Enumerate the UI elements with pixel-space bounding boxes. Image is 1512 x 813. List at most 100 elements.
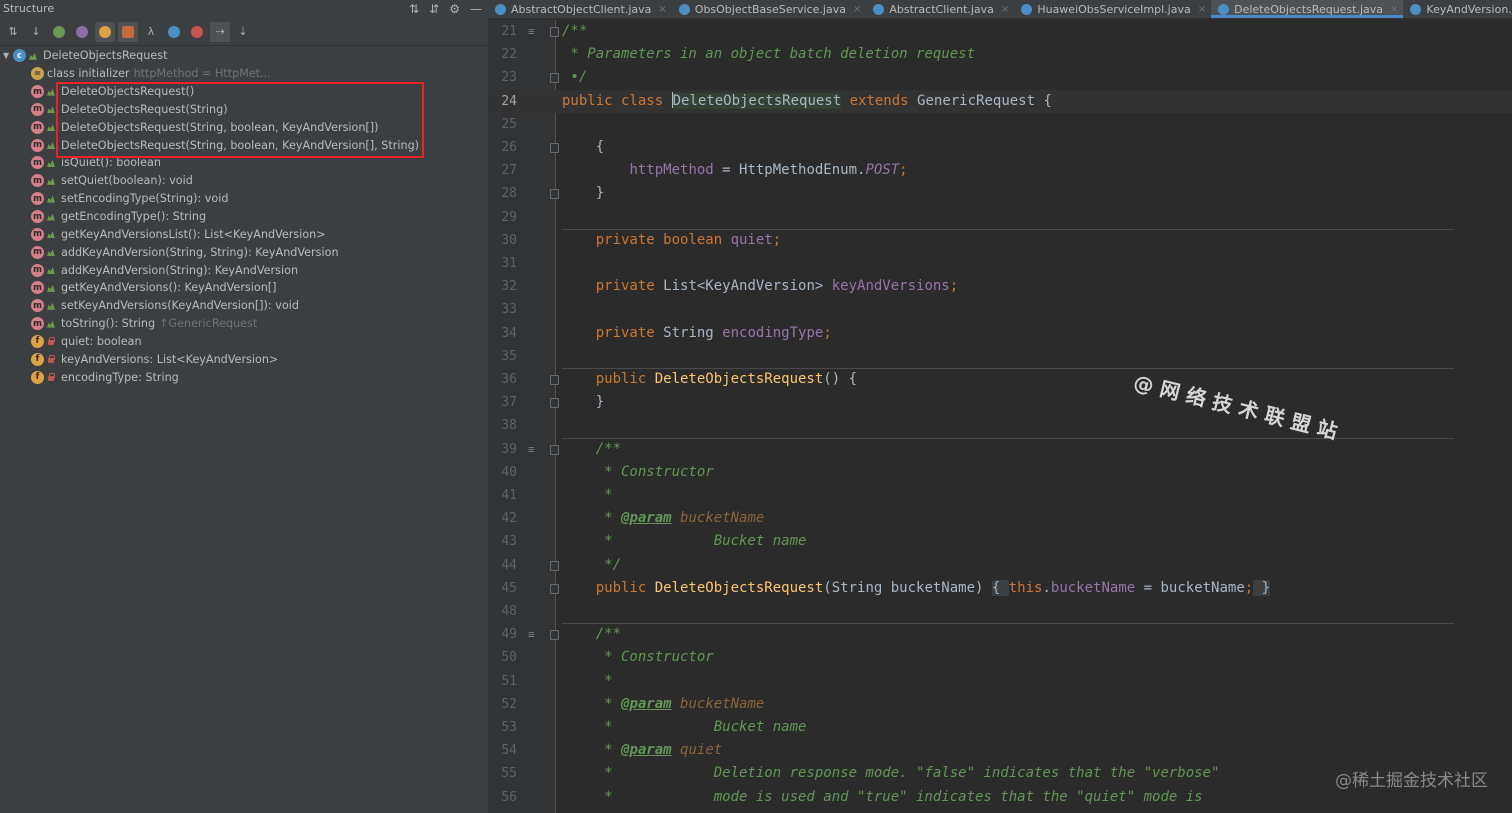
- java-class-icon: [678, 3, 690, 15]
- expand-all-icon[interactable]: ⇅: [409, 0, 419, 18]
- fold-marker-icon[interactable]: [550, 398, 559, 409]
- editor-tab[interactable]: KeyAndVersion.java×: [1403, 0, 1512, 18]
- tree-item[interactable]: m setEncodingType(String): void: [0, 190, 488, 208]
- tree-item[interactable]: m addKeyAndVersion(String): KeyAndVersion: [0, 261, 488, 279]
- tree-item[interactable]: m setKeyAndVersions(KeyAndVersion[]): voi…: [0, 297, 488, 315]
- code-line[interactable]: 39 ≡ /**: [488, 438, 1512, 461]
- code-line[interactable]: 33: [488, 298, 1512, 321]
- code-line[interactable]: 42 * @param bucketName: [488, 507, 1512, 530]
- fold-marker-icon[interactable]: [550, 27, 559, 37]
- tree-item[interactable]: = class initializer httpMethod = HttpMet..…: [0, 65, 488, 83]
- code-line[interactable]: 48: [488, 600, 1512, 623]
- code-line[interactable]: 49 ≡ /**: [488, 623, 1512, 646]
- code-line[interactable]: 22 * Parameters in an object batch delet…: [488, 43, 1512, 66]
- code-line[interactable]: 40 * Constructor: [488, 461, 1512, 484]
- code-line[interactable]: 27 httpMethod = HttpMethodEnum.POST;: [488, 159, 1512, 182]
- tree-item[interactable]: m getEncodingType(): String: [0, 208, 488, 226]
- close-icon[interactable]: ×: [658, 4, 666, 15]
- code-line[interactable]: 30 private boolean quiet;: [488, 229, 1512, 252]
- close-icon[interactable]: ×: [1001, 4, 1009, 15]
- editor-tab[interactable]: AbstractObjectClient.java ×: [488, 0, 672, 18]
- code-token: /**: [562, 626, 622, 643]
- show-inherited-icon[interactable]: [49, 22, 69, 42]
- collapse-all-icon[interactable]: ⇵: [429, 0, 439, 18]
- java-class-icon: [1218, 3, 1230, 15]
- public-visibility-icon: [29, 52, 37, 60]
- code-area[interactable]: 21 ≡ /** 22 * Parameters in an object batch…: [488, 20, 1512, 813]
- show-interfaces-icon[interactable]: [187, 22, 207, 42]
- class-icon: c: [13, 49, 26, 63]
- code-line[interactable]: 53 * Bucket name: [488, 716, 1512, 739]
- fold-marker-icon[interactable]: [550, 189, 559, 200]
- code-line[interactable]: 23 •/: [488, 66, 1512, 89]
- public-visibility-icon: [47, 213, 55, 221]
- code-line[interactable]: 28 }: [488, 182, 1512, 205]
- code-line[interactable]: 37 }: [488, 391, 1512, 414]
- tree-item-label: isQuiet(): boolean: [61, 156, 161, 170]
- editor-tab[interactable]: HuaweiObsServiceImpl.java ×: [1014, 0, 1211, 18]
- code-line[interactable]: 44 */: [488, 554, 1512, 577]
- code-line[interactable]: 38: [488, 414, 1512, 437]
- tree-root[interactable]: ▼ c DeleteObjectsRequest: [0, 47, 488, 65]
- show-anonymous-icon[interactable]: [164, 22, 184, 42]
- code-line[interactable]: 24 public class DeleteObjectsRequest exte…: [488, 89, 1512, 113]
- code-line[interactable]: 51 *: [488, 670, 1512, 693]
- method-icon: m: [31, 210, 44, 224]
- show-lambdas-icon[interactable]: λ: [141, 22, 161, 42]
- tree-item[interactable]: f keyAndVersions: List<KeyAndVersion>: [0, 350, 488, 368]
- tree-item-label: class initializer: [47, 67, 130, 81]
- expand-arrow-icon[interactable]: ▼: [3, 51, 13, 60]
- show-fields-icon[interactable]: [95, 21, 115, 42]
- code-line[interactable]: 25: [488, 113, 1512, 136]
- code-line[interactable]: 45 public DeleteObjectsRequest(String bu…: [488, 577, 1512, 600]
- code-line[interactable]: 36 public DeleteObjectsRequest() {: [488, 368, 1512, 391]
- fold-marker-icon[interactable]: [550, 583, 559, 594]
- sort-alphabetically-icon[interactable]: ↓: [26, 22, 46, 42]
- gear-icon[interactable]: ⚙: [449, 0, 460, 18]
- code-line[interactable]: 52 * @param bucketName: [488, 693, 1512, 716]
- editor-tab[interactable]: AbstractClient.java ×: [866, 0, 1014, 18]
- tree-item[interactable]: m addKeyAndVersion(String, String): KeyAn…: [0, 243, 488, 261]
- public-visibility-icon: [47, 230, 55, 238]
- code-line[interactable]: 21 ≡ /**: [488, 20, 1512, 43]
- code-line[interactable]: 43 * Bucket name: [488, 530, 1512, 553]
- code-line[interactable]: 29: [488, 206, 1512, 229]
- code-line[interactable]: 32 private List<KeyAndVersion> keyAndVer…: [488, 275, 1512, 298]
- fold-marker-icon[interactable]: [550, 444, 559, 455]
- code-line[interactable]: 35: [488, 345, 1512, 368]
- show-non-public-icon[interactable]: [118, 21, 138, 42]
- close-icon[interactable]: ×: [1390, 4, 1398, 15]
- tree-item[interactable]: m getKeyAndVersionsList(): List<KeyAndVer…: [0, 225, 488, 243]
- code-token: *: [562, 742, 622, 759]
- code-line[interactable]: 34 private String encodingType;: [488, 322, 1512, 345]
- code-line[interactable]: 26 {: [488, 136, 1512, 159]
- fold-marker-icon[interactable]: [550, 73, 559, 84]
- fold-marker-icon[interactable]: [550, 630, 559, 641]
- show-properties-icon[interactable]: [72, 22, 92, 42]
- close-icon[interactable]: ×: [1198, 4, 1206, 15]
- hide-panel-icon[interactable]: —: [470, 0, 482, 18]
- code-line[interactable]: 50 * Constructor: [488, 646, 1512, 669]
- fold-marker-icon[interactable]: [550, 375, 559, 385]
- fold-marker-icon[interactable]: [550, 560, 559, 571]
- tree-item[interactable]: f encodingType: String: [0, 368, 488, 386]
- autoscroll-to-source-icon[interactable]: ⇢: [210, 21, 230, 42]
- code-line[interactable]: 54 * @param quiet: [488, 739, 1512, 762]
- editor-tab[interactable]: ObsObjectBaseService.java ×: [672, 0, 867, 18]
- code-line[interactable]: 31: [488, 252, 1512, 275]
- autoscroll-from-source-icon[interactable]: ⇣: [233, 22, 253, 42]
- sort-by-visibility-icon[interactable]: ⇅: [3, 22, 23, 42]
- method-icon: m: [31, 174, 44, 188]
- code-text: */: [562, 554, 621, 577]
- tree-item[interactable]: f quiet: boolean: [0, 333, 488, 351]
- tree-item[interactable]: m getKeyAndVersions(): KeyAndVersion[]: [0, 279, 488, 297]
- tree-item[interactable]: m toString(): String ↑GenericRequest: [0, 315, 488, 333]
- code-line[interactable]: 41 *: [488, 484, 1512, 507]
- close-icon[interactable]: ×: [853, 4, 861, 15]
- code-token: = HttpMethodEnum.: [713, 162, 866, 179]
- tree-item[interactable]: m setQuiet(boolean): void: [0, 172, 488, 190]
- tree-item-label: setEncodingType(String): void: [61, 192, 229, 206]
- fold-marker-icon[interactable]: [550, 143, 559, 153]
- editor-tab[interactable]: DeleteObjectsRequest.java ×: [1211, 0, 1404, 18]
